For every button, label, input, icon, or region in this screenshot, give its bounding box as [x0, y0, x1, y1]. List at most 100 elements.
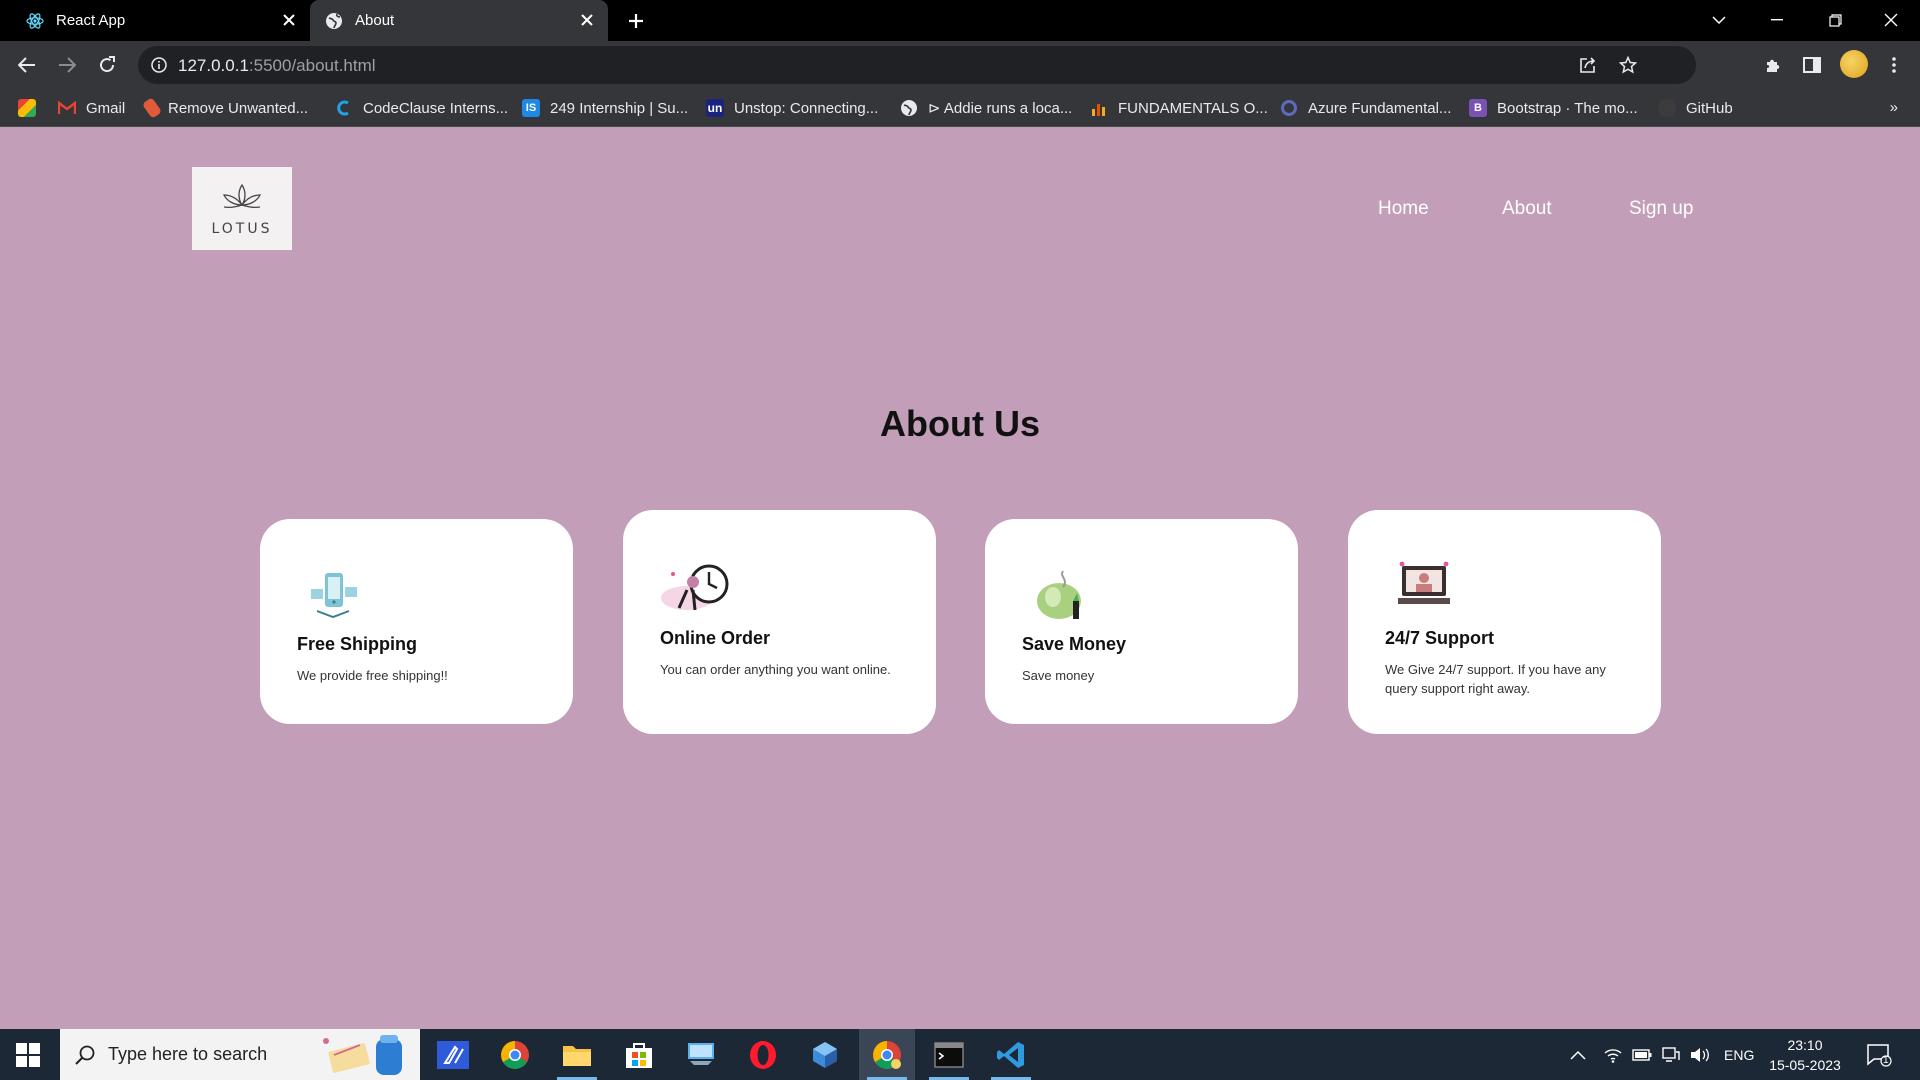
show-hidden-icons[interactable]: [1570, 1029, 1586, 1080]
bookmark-gmail[interactable]: Gmail: [58, 89, 125, 127]
browser-toolbar: 127.0.0.1:5500/about.html: [0, 41, 1920, 89]
bookmark-codeclause[interactable]: CodeClause Interns...: [335, 89, 508, 127]
network-icon[interactable]: [1604, 1029, 1622, 1080]
eraser-icon: [141, 97, 163, 119]
chart-icon: [1090, 99, 1108, 117]
language-indicator[interactable]: ENG: [1724, 1029, 1754, 1080]
bookmark-bootstrap[interactable]: B Bootstrap · The mo...: [1469, 89, 1638, 127]
bookmark-github[interactable]: GitHub: [1658, 89, 1733, 127]
taskbar-app-remote[interactable]: [673, 1029, 729, 1080]
card-text: We provide free shipping!!: [297, 668, 448, 683]
globe-icon: [900, 99, 918, 117]
notification-center[interactable]: 1: [1866, 1029, 1892, 1080]
search-icon: [75, 1045, 95, 1065]
card-title: Online Order: [660, 628, 771, 648]
un-icon: un: [706, 99, 724, 117]
bookmark-label: Azure Fundamental...: [1308, 99, 1452, 117]
side-panel-icon[interactable]: [1798, 51, 1826, 79]
feature-card-free-shipping: Free Shipping We provide free shipping!!: [260, 519, 573, 724]
nav-about[interactable]: About: [1502, 198, 1552, 220]
bookmark-label: Unstop: Connecting...: [734, 99, 879, 117]
reload-icon[interactable]: [93, 51, 121, 79]
taskbar-app-terminal[interactable]: [921, 1029, 977, 1080]
bookmark-azure[interactable]: Azure Fundamental...: [1280, 89, 1451, 127]
more-bookmarks-icon[interactable]: »: [1890, 99, 1898, 116]
address-bar[interactable]: 127.0.0.1:5500/about.html: [138, 46, 1696, 84]
store-icon: [626, 1042, 652, 1068]
info-icon[interactable]: [150, 56, 168, 74]
forward-icon[interactable]: [53, 51, 81, 79]
bookmark-star-icon[interactable]: [1618, 55, 1638, 75]
feature-card-support: 24/7 Support We Give 24/7 support. If yo…: [1348, 510, 1661, 734]
bookmark-addie[interactable]: ⊳ Addie runs a loca...: [900, 89, 1072, 127]
close-tab-icon[interactable]: [280, 11, 298, 29]
react-icon: [26, 12, 44, 30]
nav-sign-up[interactable]: Sign up: [1629, 198, 1693, 220]
bookmark-apps[interactable]: [18, 89, 46, 127]
feature-card-online-order: Online Order You can order anything you …: [623, 510, 936, 734]
search-placeholder: Type here to search: [108, 1044, 268, 1064]
profile-avatar[interactable]: [1840, 50, 1868, 78]
codeclause-icon: [335, 99, 353, 117]
restore-icon[interactable]: [1820, 6, 1850, 34]
bookmark-unstop[interactable]: un Unstop: Connecting...: [706, 89, 878, 127]
bookmark-label: CodeClause Interns...: [363, 99, 509, 117]
display-icon[interactable]: [1662, 1029, 1680, 1080]
taskbar-app-vscode[interactable]: [983, 1029, 1039, 1080]
opera-icon: [750, 1040, 776, 1069]
chrome-icon: [501, 1040, 529, 1069]
minimize-icon[interactable]: [1762, 6, 1792, 34]
bookmark-internship[interactable]: IS 249 Internship | Su...: [522, 89, 688, 127]
new-tab-icon[interactable]: [624, 9, 648, 33]
vscode-icon: [997, 1041, 1024, 1068]
tab-about[interactable]: About: [310, 0, 608, 41]
notification-count: 1: [1883, 1055, 1889, 1066]
bookmark-label: ⊳ Addie runs a loca...: [928, 100, 1073, 117]
bookmark-remove-unwanted[interactable]: Remove Unwanted...: [141, 89, 309, 127]
share-icon[interactable]: [1578, 55, 1598, 75]
battery-icon[interactable]: [1632, 1029, 1652, 1080]
taskbar-app-chrome[interactable]: [487, 1029, 543, 1080]
clock-date: 15-05-2023: [1769, 1057, 1841, 1073]
bookmark-label: Remove Unwanted...: [168, 99, 309, 117]
taskbar-app-notes[interactable]: [425, 1029, 481, 1080]
feature-card-save-money: Save Money Save money: [985, 519, 1298, 724]
bookmark-fundamentals[interactable]: FUNDAMENTALS O...: [1090, 89, 1268, 127]
folder-icon: [563, 1045, 591, 1066]
globe-icon: [325, 12, 343, 30]
menu-icon[interactable]: [1880, 51, 1908, 79]
url-host: 127.0.0.1: [178, 56, 249, 75]
is-icon: IS: [522, 99, 540, 117]
taskbar-app-opera[interactable]: [735, 1029, 791, 1080]
bookmarks-bar: Gmail Remove Unwanted... CodeClause Inte…: [0, 89, 1920, 127]
online-order-icon: [661, 564, 729, 611]
tab-react-app[interactable]: React App: [14, 0, 310, 41]
windows-start-icon[interactable]: [16, 1043, 40, 1067]
page-title: About Us: [880, 403, 1040, 444]
card-title: 24/7 Support: [1385, 628, 1495, 648]
support-icon: [1398, 561, 1450, 604]
chrome-icon: [873, 1040, 901, 1069]
nav-home[interactable]: Home: [1378, 198, 1429, 220]
close-window-icon[interactable]: [1876, 6, 1906, 34]
back-icon[interactable]: [13, 51, 41, 79]
computer-icon: [688, 1042, 714, 1065]
gmail-icon: [58, 99, 76, 117]
extensions-icon[interactable]: [1759, 51, 1787, 79]
taskbar-clock[interactable]: 23:10 15-05-2023: [1760, 1035, 1850, 1075]
volume-icon[interactable]: [1690, 1029, 1710, 1080]
lotus-logo[interactable]: LOTUS: [192, 167, 292, 250]
close-tab-icon[interactable]: [578, 11, 596, 29]
bookmark-label: Gmail: [86, 99, 126, 117]
windows-taskbar: Type here to search ENG 23:10 15-05-2023…: [0, 1029, 1920, 1080]
taskbar-app-edge-dev[interactable]: [797, 1029, 853, 1080]
taskbar-app-chrome-active[interactable]: [859, 1029, 915, 1080]
taskbar-app-store[interactable]: [611, 1029, 667, 1080]
bookmark-label: FUNDAMENTALS O...: [1118, 99, 1268, 117]
clock-time: 23:10: [1787, 1037, 1823, 1053]
azure-icon: [1280, 99, 1298, 117]
taskbar-search[interactable]: Type here to search: [60, 1029, 420, 1080]
tab-search-icon[interactable]: [1704, 6, 1734, 34]
taskbar-app-explorer[interactable]: [549, 1029, 605, 1080]
bookmark-label: GitHub: [1686, 99, 1733, 117]
